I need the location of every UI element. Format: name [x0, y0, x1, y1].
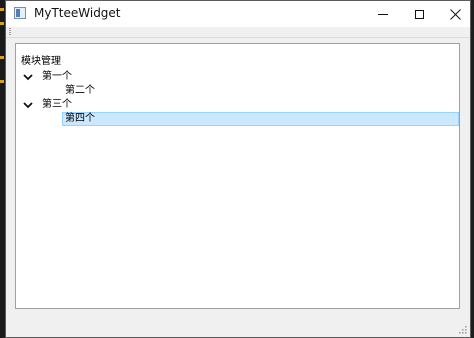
size-grip-icon[interactable] [459, 326, 467, 334]
tree-item-first[interactable]: 第一个 [16, 70, 459, 84]
status-bar [6, 319, 470, 337]
tree-item-fourth[interactable]: 第四个 [16, 112, 459, 126]
selection-highlight [62, 112, 459, 126]
window-title: MyTteeWidget [34, 6, 121, 20]
chevron-down-icon[interactable] [23, 72, 33, 82]
toolbar-area [6, 27, 470, 38]
minimize-icon [378, 13, 388, 15]
module-tree[interactable]: 模块管理 第一个 第二个 第三个 第四个 [15, 43, 460, 309]
desktop-mark [0, 8, 4, 11]
tree-item-third[interactable]: 第三个 [16, 98, 459, 112]
close-icon [449, 8, 461, 20]
minimize-button[interactable] [366, 1, 400, 27]
desktop-mark [0, 22, 4, 25]
maximize-button[interactable] [402, 1, 436, 27]
maximize-icon [414, 9, 424, 19]
tree-item-label: 第三个 [42, 99, 72, 110]
tree-item-label: 第一个 [42, 71, 72, 82]
tree-item-second[interactable]: 第二个 [16, 84, 459, 98]
close-button[interactable] [438, 1, 472, 27]
main-window: MyTteeWidget 模块管理 第一个 第二个 第三个 第四个 [5, 0, 471, 338]
title-bar[interactable]: MyTteeWidget [6, 1, 470, 27]
chevron-down-icon[interactable] [23, 100, 33, 110]
desktop-mark [0, 56, 4, 59]
tree-item-label: 第四个 [65, 113, 95, 124]
tree-header: 模块管理 [21, 56, 61, 67]
window-app-icon[interactable] [14, 7, 26, 19]
desktop-mark [0, 80, 4, 83]
toolbar-grip-icon[interactable] [9, 28, 11, 35]
tree-item-label: 第二个 [65, 85, 95, 96]
